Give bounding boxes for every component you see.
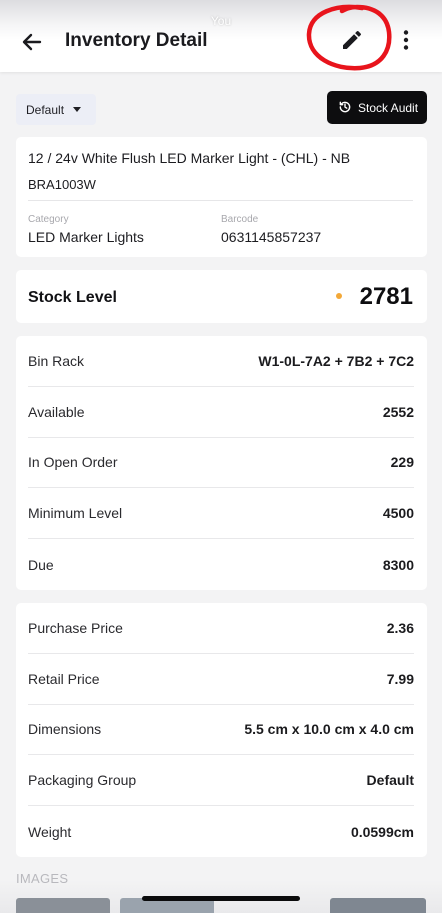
detail-row-minimum-level: Minimum Level 4500 xyxy=(28,488,414,540)
row-value: 2.36 xyxy=(386,619,414,636)
stock-level-label: Stock Level xyxy=(28,289,117,306)
detail-row-dimensions: Dimensions 5.5 cm x 10.0 cm x 4.0 cm xyxy=(28,705,414,756)
stock-audit-button[interactable]: Stock Audit xyxy=(327,91,427,124)
image-thumbnail[interactable] xyxy=(330,898,426,913)
row-value: 2552 xyxy=(382,403,414,420)
stock-level-card: Stock Level 2781 xyxy=(16,270,427,323)
row-label: Weight xyxy=(28,823,72,840)
row-label: Due xyxy=(28,556,54,573)
variant-dropdown[interactable]: Default xyxy=(16,94,96,125)
row-label: Dimensions xyxy=(28,721,102,738)
page-title: Inventory Detail xyxy=(65,30,208,51)
detail-row-retail-price: Retail Price 7.99 xyxy=(28,654,414,705)
category-label: Category xyxy=(28,214,69,225)
detail-row-due: Due 8300 xyxy=(28,539,414,590)
stock-status-dot xyxy=(336,293,342,299)
row-label: Packaging Group xyxy=(28,772,137,789)
variant-selected-value: Default xyxy=(26,102,65,117)
category-value: LED Marker Lights xyxy=(28,229,144,245)
detail-row-bin-rack: Bin Rack W1-0L-7A2 + 7B2 + 7C2 xyxy=(28,336,414,387)
more-vertical-icon[interactable] xyxy=(394,28,418,52)
pencil-icon[interactable] xyxy=(340,28,364,52)
row-value: 0.0599cm xyxy=(350,823,414,840)
image-thumbnail[interactable] xyxy=(16,898,110,913)
history-icon xyxy=(339,101,351,113)
detail-row-in-open-order: In Open Order 229 xyxy=(28,438,414,489)
pricing-details-card: Purchase Price 2.36 Retail Price 7.99 Di… xyxy=(16,603,427,857)
chevron-down-icon xyxy=(73,107,81,112)
product-sku: BRA1003W xyxy=(28,177,96,192)
barcode-value: 0631145857237 xyxy=(221,229,322,245)
barcode-label: Barcode xyxy=(221,214,259,225)
detail-row-purchase-price: Purchase Price 2.36 xyxy=(28,603,414,654)
detail-row-packaging-group: Packaging Group Default xyxy=(28,755,414,807)
call-indicator-label: You xyxy=(210,14,232,28)
row-value: 5.5 cm x 10.0 cm x 4.0 cm xyxy=(244,721,414,738)
arrow-left-icon[interactable] xyxy=(20,30,44,54)
row-label: Bin Rack xyxy=(28,352,85,369)
detail-row-weight: Weight 0.0599cm xyxy=(28,806,414,857)
stock-audit-label: Stock Audit xyxy=(358,100,419,115)
row-label: In Open Order xyxy=(28,454,118,471)
product-name: 12 / 24v White Flush LED Marker Light - … xyxy=(28,150,351,166)
row-value: 4500 xyxy=(382,505,414,522)
row-value: W1-0L-7A2 + 7B2 + 7C2 xyxy=(258,352,414,369)
product-card: 12 / 24v White Flush LED Marker Light - … xyxy=(16,137,427,257)
stock-level-value: 2781 xyxy=(359,283,413,310)
home-indicator xyxy=(142,896,300,901)
app-bar: You Inventory Detail xyxy=(0,0,442,72)
row-label: Available xyxy=(28,403,85,420)
inventory-details-card: Bin Rack W1-0L-7A2 + 7B2 + 7C2 Available… xyxy=(16,336,427,590)
row-label: Purchase Price xyxy=(28,619,123,636)
row-label: Retail Price xyxy=(28,670,100,687)
images-section-label: IMAGES xyxy=(16,871,69,886)
row-value: Default xyxy=(366,772,414,789)
row-value: 8300 xyxy=(382,556,414,573)
row-label: Minimum Level xyxy=(28,505,123,522)
detail-row-available: Available 2552 xyxy=(28,387,414,438)
divider xyxy=(28,200,413,201)
row-value: 7.99 xyxy=(386,670,414,687)
row-value: 229 xyxy=(390,454,414,471)
